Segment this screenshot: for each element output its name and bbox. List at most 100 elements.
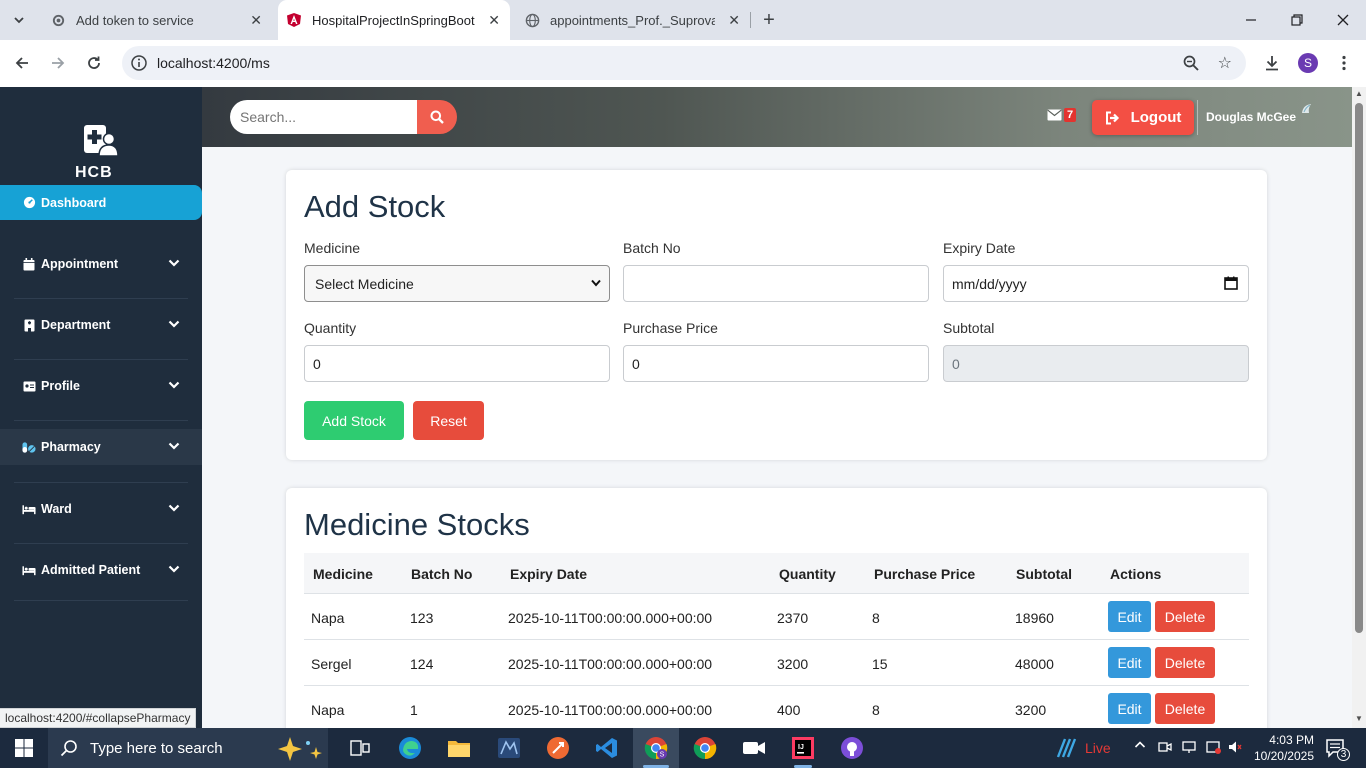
sidebar-item-department[interactable]: Department bbox=[0, 307, 202, 343]
reload-icon bbox=[88, 56, 100, 69]
tray-overflow-icon[interactable] bbox=[1134, 739, 1146, 754]
sidebar-item-ward[interactable]: Ward bbox=[0, 491, 202, 527]
medicine-stocks-card: Medicine Stocks Medicine Batch No Expiry… bbox=[286, 488, 1267, 728]
chevron-down-icon bbox=[168, 442, 180, 450]
building-icon bbox=[22, 318, 36, 332]
arrow-right-icon bbox=[52, 57, 65, 69]
tab-search-button[interactable] bbox=[6, 8, 32, 32]
network-icon[interactable] bbox=[1206, 740, 1221, 757]
profile-button[interactable]: S bbox=[1295, 50, 1321, 76]
file-explorer-icon[interactable] bbox=[445, 734, 473, 762]
purchase-price-input[interactable]: 0 bbox=[623, 345, 929, 382]
postman-icon[interactable] bbox=[544, 734, 572, 762]
tab-hospital-project[interactable]: HospitalProjectInSpringBoot ✕ bbox=[278, 0, 510, 40]
download-button[interactable] bbox=[1259, 50, 1285, 76]
task-view-icon[interactable] bbox=[346, 734, 374, 762]
page-viewport: HCB Dashboard Appointment Department Pro… bbox=[0, 87, 1366, 728]
reset-button[interactable]: Reset bbox=[413, 401, 484, 440]
medicine-select[interactable]: Select Medicine bbox=[304, 265, 610, 302]
delete-button[interactable]: Delete bbox=[1155, 693, 1215, 724]
intellij-icon[interactable]: IJ bbox=[789, 734, 817, 762]
sidebar-item-admitted-patient[interactable]: Admitted Patient bbox=[0, 552, 202, 588]
edit-button[interactable]: Edit bbox=[1108, 601, 1151, 632]
meet-now-icon[interactable] bbox=[1158, 740, 1172, 757]
close-icon[interactable]: ✕ bbox=[728, 12, 740, 29]
table-row: Napa 123 2025-10-11T00:00:00.000+00:00 2… bbox=[304, 593, 1249, 639]
network-tool-icon[interactable] bbox=[495, 734, 523, 762]
cell-subtotal: 18960 bbox=[1015, 610, 1054, 626]
forward-button[interactable] bbox=[47, 52, 69, 74]
tab-title: HospitalProjectInSpringBoot bbox=[312, 12, 475, 28]
edit-button[interactable]: Edit bbox=[1108, 647, 1151, 678]
envelope-icon bbox=[1047, 109, 1062, 121]
logout-button[interactable]: Logout bbox=[1092, 100, 1194, 135]
volume-icon[interactable] bbox=[1228, 740, 1242, 757]
reload-button[interactable] bbox=[83, 52, 105, 74]
tab-add-token[interactable]: Add token to service ✕ bbox=[40, 0, 272, 40]
taskbar-search-box[interactable]: Type here to search bbox=[48, 728, 328, 768]
scroll-down-icon[interactable]: ▼ bbox=[1355, 714, 1363, 723]
tab-appointments[interactable]: appointments_Prof._Suprova_Sh ✕ bbox=[516, 0, 751, 40]
subtotal-input: 0 bbox=[943, 345, 1249, 382]
quantity-input[interactable]: 0 bbox=[304, 345, 610, 382]
windows-start-icon[interactable] bbox=[14, 738, 34, 758]
column-header: Actions bbox=[1110, 566, 1162, 582]
github-icon[interactable] bbox=[838, 734, 866, 762]
cell-medicine: Napa bbox=[311, 702, 345, 718]
search-button[interactable] bbox=[417, 100, 457, 134]
link-preview-status: localhost:4200/#collapsePharmacy bbox=[0, 708, 197, 728]
display-icon[interactable] bbox=[1182, 740, 1196, 757]
sidebar-item-dashboard[interactable]: Dashboard bbox=[0, 185, 202, 220]
scroll-up-icon[interactable]: ▲ bbox=[1355, 89, 1363, 98]
close-window-button[interactable] bbox=[1320, 0, 1366, 40]
bed-icon bbox=[22, 502, 36, 516]
page-scrollbar[interactable]: ▲ ▼ bbox=[1352, 87, 1366, 728]
info-icon[interactable] bbox=[130, 54, 148, 72]
user-name[interactable]: Douglas McGee bbox=[1206, 110, 1296, 124]
chevron-down-icon bbox=[168, 504, 180, 512]
sidebar-item-pharmacy[interactable]: Pharmacy bbox=[0, 429, 202, 465]
messages-button[interactable]: 7 bbox=[1047, 108, 1077, 122]
edit-button[interactable]: Edit bbox=[1108, 693, 1151, 724]
restore-button[interactable] bbox=[1274, 0, 1320, 40]
address-bar[interactable]: localhost:4200/ms ☆ bbox=[122, 46, 1246, 80]
chrome-profile-icon[interactable]: S bbox=[633, 728, 679, 768]
menu-button[interactable] bbox=[1331, 50, 1357, 76]
expiry-date-input[interactable]: mm/dd/yyyy bbox=[943, 265, 1249, 302]
video-camera-icon[interactable] bbox=[740, 734, 768, 762]
sidebar-item-label: Appointment bbox=[41, 257, 119, 271]
delete-button[interactable]: Delete bbox=[1155, 601, 1215, 632]
add-stock-title: Add Stock bbox=[304, 189, 446, 224]
search-input[interactable] bbox=[230, 100, 417, 134]
new-tab-button[interactable]: + bbox=[757, 8, 781, 32]
batch-no-input[interactable] bbox=[623, 265, 929, 302]
edge-browser-icon[interactable] bbox=[396, 734, 424, 762]
zoom-icon[interactable] bbox=[1182, 54, 1200, 72]
bookmark-star-icon[interactable]: ☆ bbox=[1218, 53, 1232, 73]
medicine-label: Medicine bbox=[304, 240, 361, 256]
minimize-button[interactable] bbox=[1228, 0, 1274, 40]
notification-center-icon[interactable]: 3 bbox=[1325, 738, 1350, 761]
column-header: Purchase Price bbox=[874, 566, 976, 582]
user-avatar-icon[interactable] bbox=[1299, 101, 1315, 117]
sidebar-item-appointment[interactable]: Appointment bbox=[0, 246, 202, 282]
add-stock-button[interactable]: Add Stock bbox=[304, 401, 404, 440]
weather-label: Live bbox=[1085, 740, 1111, 756]
back-button[interactable] bbox=[11, 52, 33, 74]
vscode-icon[interactable] bbox=[593, 734, 621, 762]
sidebar-item-profile[interactable]: Profile bbox=[0, 368, 202, 404]
close-icon[interactable]: ✕ bbox=[250, 12, 262, 29]
cell-subtotal: 48000 bbox=[1015, 656, 1054, 672]
weather-widget[interactable]: Live bbox=[1055, 737, 1111, 759]
close-icon[interactable]: ✕ bbox=[488, 12, 500, 29]
system-clock[interactable]: 4:03 PM 10/20/2025 bbox=[1246, 732, 1314, 764]
cell-batch: 1 bbox=[410, 702, 418, 718]
cell-price: 8 bbox=[872, 610, 880, 626]
delete-button[interactable]: Delete bbox=[1155, 647, 1215, 678]
gear-icon bbox=[50, 12, 66, 28]
chevron-down-icon bbox=[168, 259, 180, 267]
calendar-icon[interactable] bbox=[1224, 276, 1238, 290]
scroll-thumb[interactable] bbox=[1355, 103, 1363, 633]
chrome-icon[interactable] bbox=[691, 734, 719, 762]
sidebar-item-label: Department bbox=[41, 318, 111, 332]
